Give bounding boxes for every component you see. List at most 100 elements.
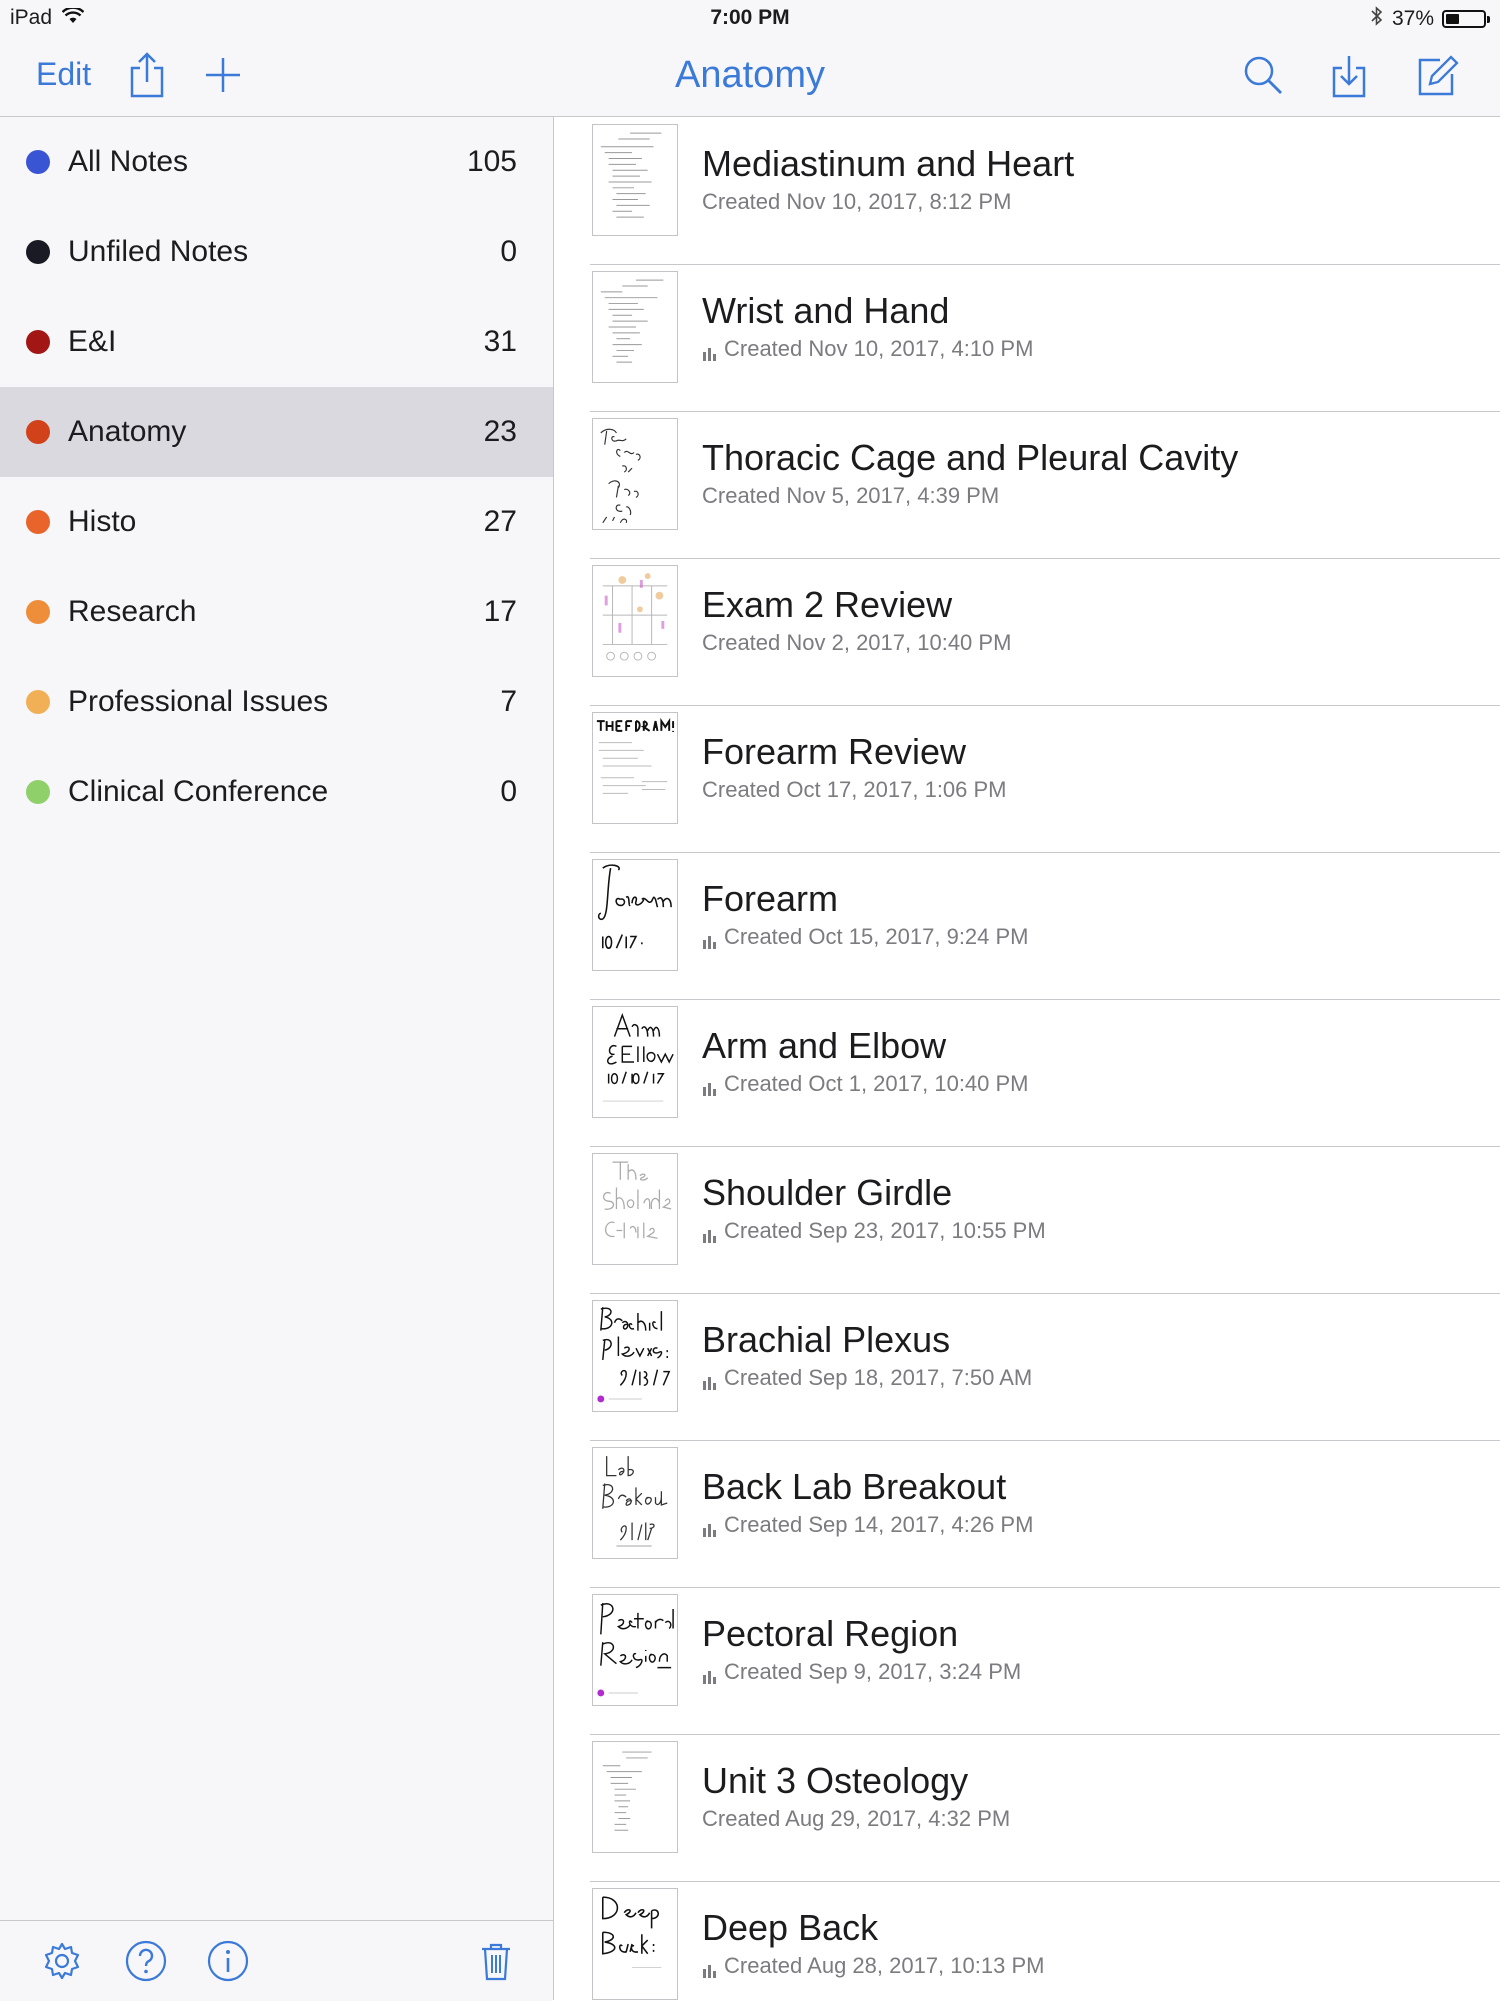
folder-item-all-notes[interactable]: All Notes 105	[0, 117, 553, 207]
note-item[interactable]: Deep Back Created Aug 28, 2017, 10:13 PM	[590, 1881, 1500, 2000]
note-thumbnail	[592, 712, 678, 824]
folder-color-dot	[26, 330, 50, 354]
folder-name: E&I	[68, 325, 117, 358]
note-item[interactable]: Brachial Plexus Created Sep 18, 2017, 7:…	[590, 1293, 1500, 1441]
folder-name: All Notes	[68, 145, 189, 178]
note-thumbnail	[592, 565, 678, 677]
note-date: Created Nov 5, 2017, 4:39 PM	[702, 483, 1000, 508]
note-item[interactable]: Arm and Elbow Created Oct 1, 2017, 10:40…	[590, 999, 1500, 1147]
folder-count: 23	[483, 415, 517, 448]
note-thumbnail	[592, 1006, 678, 1118]
note-item[interactable]: Wrist and Hand Created Nov 10, 2017, 4:1…	[590, 264, 1500, 412]
note-title: Pectoral Region	[702, 1613, 959, 1654]
folder-count: 31	[483, 325, 517, 358]
info-icon[interactable]	[206, 1939, 250, 1983]
folder-count: 7	[500, 685, 517, 718]
battery-percent: 37%	[1391, 7, 1434, 30]
note-item[interactable]: Mediastinum and Heart Created Nov 10, 20…	[590, 117, 1500, 265]
note-thumbnail	[592, 124, 678, 236]
note-title: Back Lab Breakout	[702, 1466, 1007, 1507]
note-title: Brachial Plexus	[702, 1319, 951, 1360]
folder-color-dot	[26, 510, 50, 534]
note-thumbnail	[592, 1594, 678, 1706]
folder-item-unfiled-notes[interactable]: Unfiled Notes 0	[0, 207, 553, 297]
folder-name: Professional Issues	[68, 685, 329, 718]
compose-icon[interactable]	[1414, 50, 1460, 100]
note-title: Forearm	[702, 878, 839, 919]
note-item[interactable]: Unit 3 Osteology Created Aug 29, 2017, 4…	[590, 1734, 1500, 1882]
note-date: Created Aug 29, 2017, 4:32 PM	[702, 1806, 1011, 1831]
notes-list: Mediastinum and Heart Created Nov 10, 20…	[554, 117, 1500, 2000]
folder-count: 0	[500, 775, 517, 808]
note-date: Created Oct 17, 2017, 1:06 PM	[702, 777, 1007, 802]
navigation-bar: Edit Anatomy	[0, 36, 1500, 117]
note-title: Mediastinum and Heart	[702, 143, 1075, 184]
folder-color-dot	[26, 690, 50, 714]
audio-recording-icon	[702, 1664, 718, 1684]
folder-count: 105	[466, 145, 517, 178]
folder-item-anatomy[interactable]: Anatomy 23	[0, 387, 553, 477]
note-title: Exam 2 Review	[702, 584, 953, 625]
folder-name: Research	[68, 595, 197, 628]
battery-icon	[1442, 10, 1490, 28]
note-item[interactable]: Exam 2 Review Created Nov 2, 2017, 10:40…	[590, 558, 1500, 706]
folder-count: 27	[483, 505, 517, 538]
audio-recording-icon	[702, 1223, 718, 1243]
folder-item-professional-issues[interactable]: Professional Issues 7	[0, 657, 553, 747]
folder-name: Unfiled Notes	[68, 235, 249, 268]
import-icon[interactable]	[1326, 50, 1372, 100]
note-item[interactable]: Thoracic Cage and Pleural Cavity Created…	[590, 411, 1500, 559]
note-thumbnail	[592, 271, 678, 383]
trash-icon[interactable]	[474, 1939, 518, 1983]
note-date: Created Sep 23, 2017, 10:55 PM	[724, 1218, 1046, 1243]
folder-name: Anatomy	[68, 415, 187, 448]
note-item[interactable]: Forearm Review Created Oct 17, 2017, 1:0…	[590, 705, 1500, 853]
folder-item-research[interactable]: Research 17	[0, 567, 553, 657]
note-thumbnail	[592, 1741, 678, 1853]
folder-item-histo[interactable]: Histo 27	[0, 477, 553, 567]
audio-recording-icon	[702, 1517, 718, 1537]
note-thumbnail	[592, 418, 678, 530]
note-thumbnail	[592, 1888, 678, 2000]
note-item[interactable]: Forearm Created Oct 15, 2017, 9:24 PM	[590, 852, 1500, 1000]
note-title: Thoracic Cage and Pleural Cavity	[702, 437, 1239, 478]
audio-recording-icon	[702, 1370, 718, 1390]
note-date: Created Sep 14, 2017, 4:26 PM	[724, 1512, 1034, 1537]
note-date: Created Nov 10, 2017, 8:12 PM	[702, 189, 1012, 214]
note-item[interactable]: Pectoral Region Created Sep 9, 2017, 3:2…	[590, 1587, 1500, 1735]
folder-name: Histo	[68, 505, 137, 538]
help-icon[interactable]	[124, 1939, 168, 1983]
note-title: Wrist and Hand	[702, 290, 950, 331]
note-title: Forearm Review	[702, 731, 967, 772]
note-date: Created Sep 9, 2017, 3:24 PM	[724, 1659, 1022, 1684]
status-time: 7:00 PM	[710, 6, 790, 29]
note-thumbnail	[592, 1300, 678, 1412]
note-date: Created Nov 10, 2017, 4:10 PM	[724, 336, 1034, 361]
folder-color-dot	[26, 150, 50, 174]
note-date: Created Sep 18, 2017, 7:50 AM	[724, 1365, 1033, 1390]
folder-item-e-and-i[interactable]: E&I 31	[0, 297, 553, 387]
folder-count: 17	[483, 595, 517, 628]
note-item[interactable]: Shoulder Girdle Created Sep 23, 2017, 10…	[590, 1146, 1500, 1294]
bluetooth-icon	[1370, 6, 1384, 32]
note-thumbnail	[592, 859, 678, 971]
search-icon[interactable]	[1240, 50, 1286, 100]
folder-color-dot	[26, 240, 50, 264]
note-item[interactable]: Back Lab Breakout Created Sep 14, 2017, …	[590, 1440, 1500, 1588]
audio-recording-icon	[702, 341, 718, 361]
settings-gear-icon[interactable]	[40, 1939, 84, 1983]
folder-color-dot	[26, 600, 50, 624]
folder-sidebar: All Notes 105 Unfiled Notes 0 E&I 31 Ana…	[0, 117, 554, 2000]
note-title: Unit 3 Osteology	[702, 1760, 969, 1801]
folder-color-dot	[26, 780, 50, 804]
folder-count: 0	[500, 235, 517, 268]
sidebar-toolbar	[0, 1920, 553, 2001]
note-date: Created Oct 1, 2017, 10:40 PM	[724, 1071, 1029, 1096]
note-thumbnail	[592, 1153, 678, 1265]
folder-item-clinical-conference[interactable]: Clinical Conference 0	[0, 747, 553, 837]
note-date: Created Oct 15, 2017, 9:24 PM	[724, 924, 1029, 949]
note-title: Deep Back	[702, 1907, 879, 1948]
status-bar: iPad 7:00 PM 37%	[0, 0, 1500, 36]
audio-recording-icon	[702, 1958, 718, 1978]
note-title: Shoulder Girdle	[702, 1172, 953, 1213]
